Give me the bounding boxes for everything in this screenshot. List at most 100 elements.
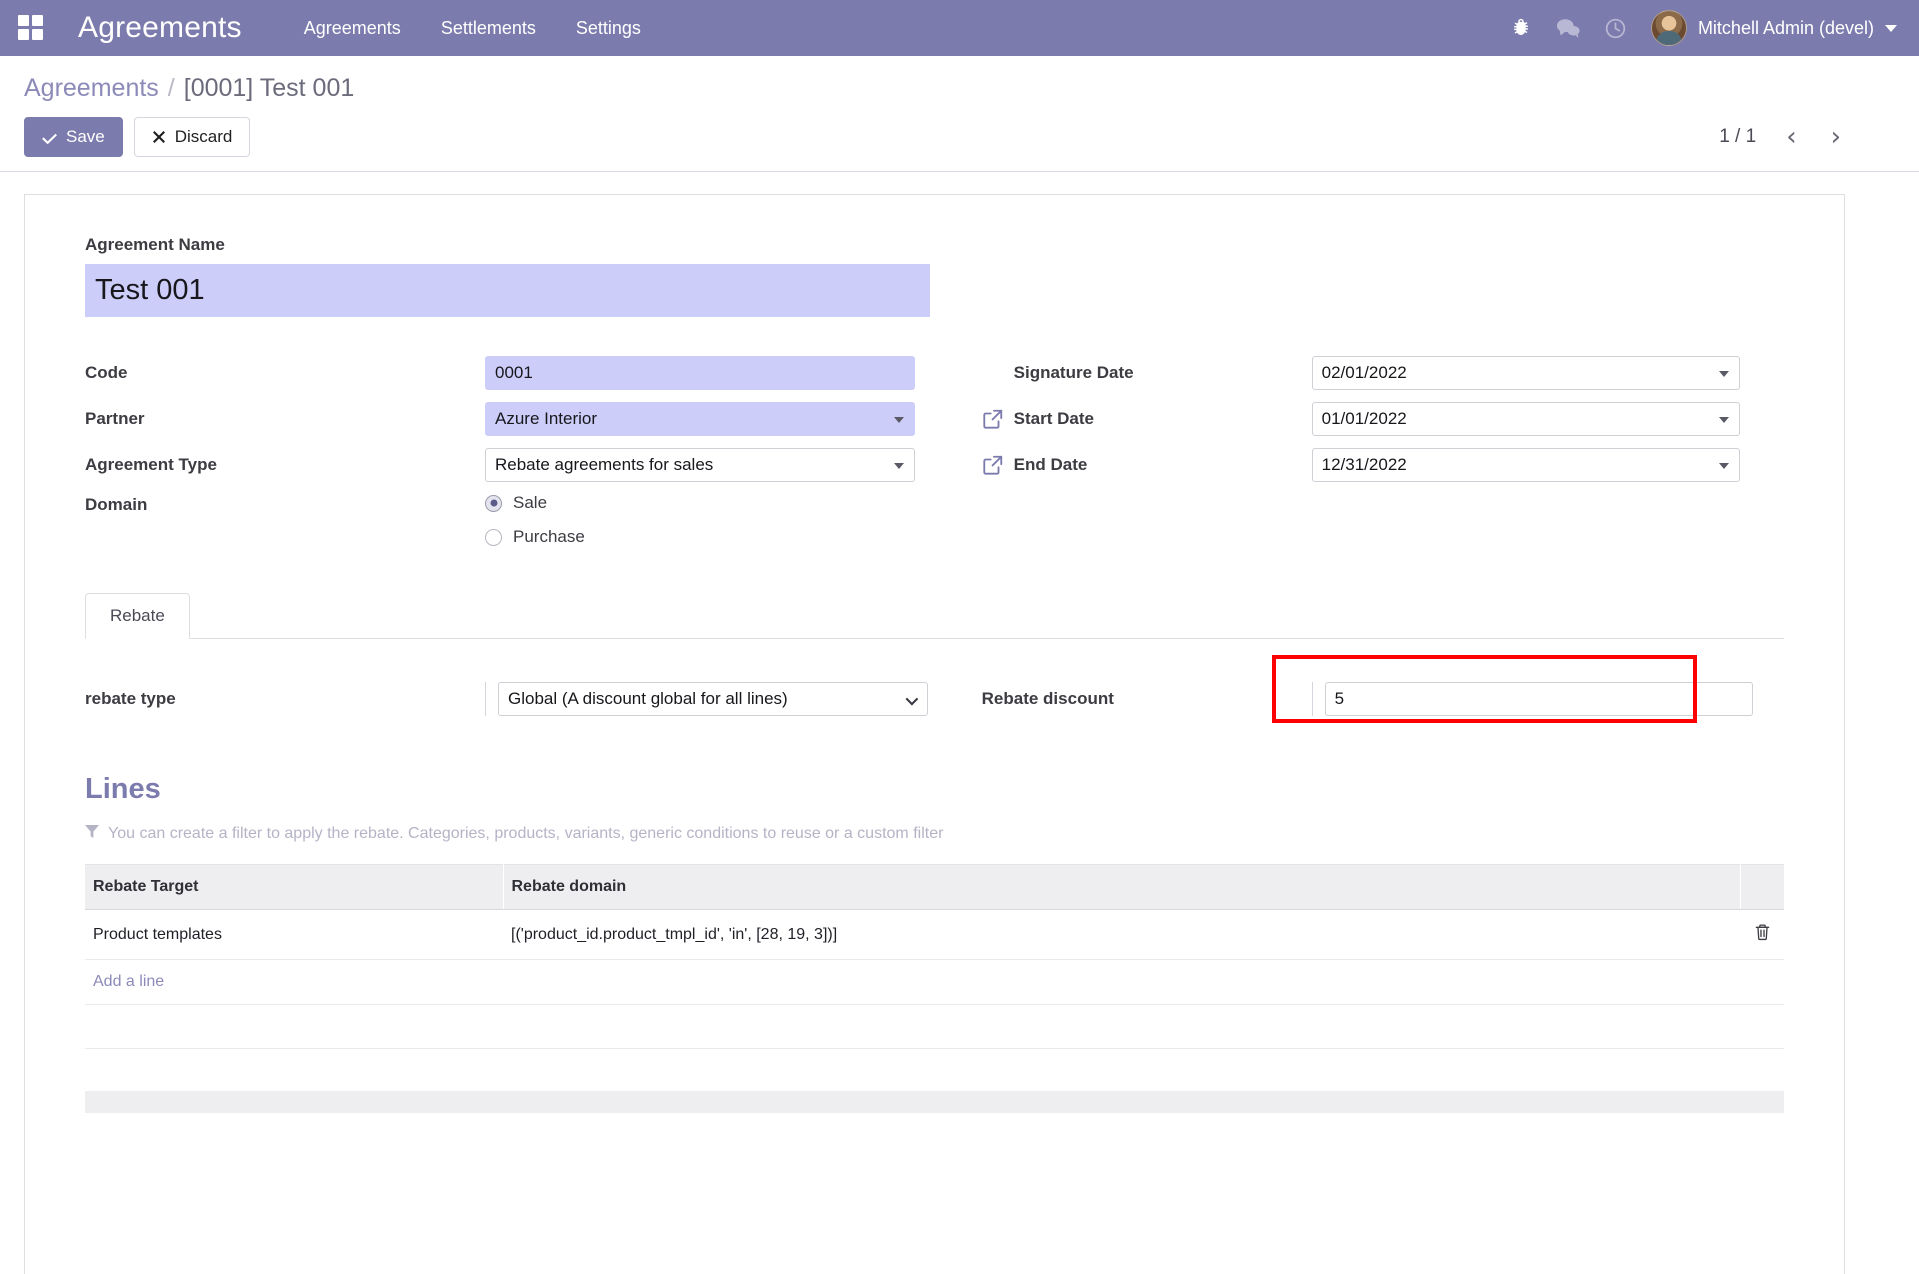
table-row[interactable]: Product templates [('product_id.product_… xyxy=(85,909,1784,960)
breadcrumb: Agreements / [0001] Test 001 xyxy=(24,74,1897,103)
column-header-rebate-target[interactable]: Rebate Target xyxy=(85,864,504,910)
lines-title: Lines xyxy=(85,773,161,805)
notebook: Rebate rebate type Global (A discount gl… xyxy=(85,593,1784,1113)
messages-icon[interactable] xyxy=(1556,17,1580,39)
lines-table: Rebate Target Rebate domain Product temp… xyxy=(85,864,1784,1049)
end-date-input[interactable] xyxy=(1311,448,1740,482)
add-a-line-button[interactable]: Add a line xyxy=(85,960,172,1004)
field-row-partner: Partner xyxy=(85,397,934,441)
chevron-down-icon xyxy=(1885,24,1897,32)
save-button[interactable]: Save xyxy=(24,117,123,157)
navbar-right: Mitchell Admin (devel) xyxy=(1510,10,1897,46)
domain-radio-group: Sale Purchase xyxy=(485,489,585,547)
bug-icon[interactable] xyxy=(1510,17,1532,39)
end-date-label: End Date xyxy=(1013,455,1088,474)
column-header-actions xyxy=(1740,864,1784,910)
top-navbar: Agreements Agreements Settlements Settin… xyxy=(0,0,1919,56)
lines-table-body: Product templates [('product_id.product_… xyxy=(85,909,1784,1049)
apps-grid-icon[interactable] xyxy=(18,15,44,41)
check-icon xyxy=(42,133,57,144)
radio-selected-icon xyxy=(485,494,502,512)
add-line-row: Add a line xyxy=(85,959,1784,1005)
signature-date-label: Signature Date xyxy=(1013,363,1134,382)
save-button-label: Save xyxy=(66,127,105,146)
agreement-name-group: Agreement Name xyxy=(85,235,1784,317)
radio-unselected-icon xyxy=(485,528,502,546)
partner-input[interactable] xyxy=(485,402,915,436)
breadcrumb-separator: / xyxy=(167,74,175,102)
discard-button-label: Discard xyxy=(174,127,233,146)
lines-hint: You can create a filter to apply the reb… xyxy=(85,824,1784,844)
pager-count: 1 / 1 xyxy=(1719,126,1757,147)
agreement-name-label: Agreement Name xyxy=(85,235,225,254)
menu-item-agreements[interactable]: Agreements xyxy=(302,12,403,45)
rebate-column-right: Rebate discount xyxy=(934,655,1784,723)
tab-rebate[interactable]: Rebate xyxy=(85,593,190,639)
breadcrumb-root[interactable]: Agreements xyxy=(24,74,159,103)
cell-rebate-domain[interactable]: [('product_id.product_tmpl_id', 'in', [2… xyxy=(503,909,1740,960)
domain-radio-sale-label: Sale xyxy=(513,493,548,512)
user-menu[interactable]: Mitchell Admin (devel) xyxy=(1650,10,1897,46)
sheet-container: Agreement Name Code Partner xyxy=(0,172,1919,1274)
avatar xyxy=(1650,10,1687,46)
agreement-type-label: Agreement Type xyxy=(85,455,217,474)
partner-label: Partner xyxy=(85,409,145,428)
menu-item-settlements[interactable]: Settlements xyxy=(439,12,538,45)
field-row-rebate-type: rebate type xyxy=(85,677,934,721)
breadcrumb-current: [0001] Test 001 xyxy=(183,74,355,102)
form-grid: Code Partner xyxy=(85,351,1784,549)
table-header-row: Rebate Target Rebate domain xyxy=(85,864,1784,910)
domain-radio-purchase-label: Purchase xyxy=(513,527,585,546)
record-pager: 1 / 1 ‹ › xyxy=(1719,124,1897,150)
notebook-tabs: Rebate xyxy=(85,593,1784,639)
table-footer-bar xyxy=(85,1091,1784,1113)
field-row-code: Code xyxy=(85,351,934,395)
external-link-icon[interactable] xyxy=(982,454,1004,476)
filter-icon xyxy=(85,824,99,844)
trash-icon xyxy=(1755,924,1769,941)
lines-hint-text: You can create a filter to apply the reb… xyxy=(108,825,944,842)
column-header-rebate-domain[interactable]: Rebate domain xyxy=(503,864,1741,910)
form-column-right: Signature Date 02/01/2022 Start Date 01/… xyxy=(934,351,1784,549)
start-date-input[interactable] xyxy=(1311,402,1740,436)
discard-button[interactable]: Discard xyxy=(133,117,251,157)
tab-panel-rebate: rebate type Global (A discount global fo… xyxy=(85,639,1784,1113)
signature-date-input[interactable] xyxy=(1311,356,1740,390)
rebate-discount-input[interactable] xyxy=(1324,682,1753,716)
pager-next-button[interactable]: › xyxy=(1827,124,1845,150)
agreement-type-input[interactable] xyxy=(485,448,915,482)
close-icon xyxy=(152,131,165,143)
start-date-label: Start Date xyxy=(1013,409,1094,428)
table-empty-row xyxy=(85,1004,1784,1049)
pager-previous-button[interactable]: ‹ xyxy=(1782,124,1800,150)
field-row-start-date: Start Date xyxy=(982,397,1784,441)
external-link-icon[interactable] xyxy=(982,408,1004,430)
main-menu: Agreements Settlements Settings xyxy=(302,12,643,45)
lines-section: Lines You can create a filter to apply t… xyxy=(85,773,1784,1113)
control-panel: Agreements / [0001] Test 001 Save Discar… xyxy=(0,56,1919,172)
rebate-discount-label: Rebate discount xyxy=(981,689,1114,708)
code-input[interactable] xyxy=(485,356,915,390)
domain-label: Domain xyxy=(85,495,148,514)
domain-radio-sale[interactable]: Sale xyxy=(485,493,585,513)
activity-clock-icon[interactable] xyxy=(1604,17,1627,40)
app-brand-title[interactable]: Agreements xyxy=(78,11,242,45)
field-row-domain: Domain Sale Purchase xyxy=(85,489,934,547)
rebate-type-select[interactable] xyxy=(498,682,928,716)
rebate-grid: rebate type Global (A discount global fo… xyxy=(85,655,1784,723)
cell-rebate-target[interactable]: Product templates xyxy=(85,909,503,960)
rebate-column-left: rebate type xyxy=(85,677,934,723)
field-row-agreement-type: Agreement Type xyxy=(85,443,934,487)
delete-row-button[interactable] xyxy=(1740,909,1784,960)
control-panel-buttons: Save Discard 1 / 1 ‹ › xyxy=(24,117,1897,157)
field-row-signature-date: Signature Date xyxy=(982,351,1784,395)
user-name-label: Mitchell Admin (devel) xyxy=(1697,17,1874,38)
field-row-rebate-discount: Rebate discount xyxy=(981,655,1784,723)
form-column-left: Code Partner xyxy=(85,351,934,549)
agreement-name-input[interactable] xyxy=(85,264,930,317)
code-label: Code xyxy=(85,363,128,382)
menu-item-settings[interactable]: Settings xyxy=(574,12,643,45)
form-sheet: Agreement Name Code Partner xyxy=(24,194,1845,1274)
domain-radio-purchase[interactable]: Purchase xyxy=(485,527,585,547)
field-row-end-date: End Date xyxy=(982,443,1784,487)
